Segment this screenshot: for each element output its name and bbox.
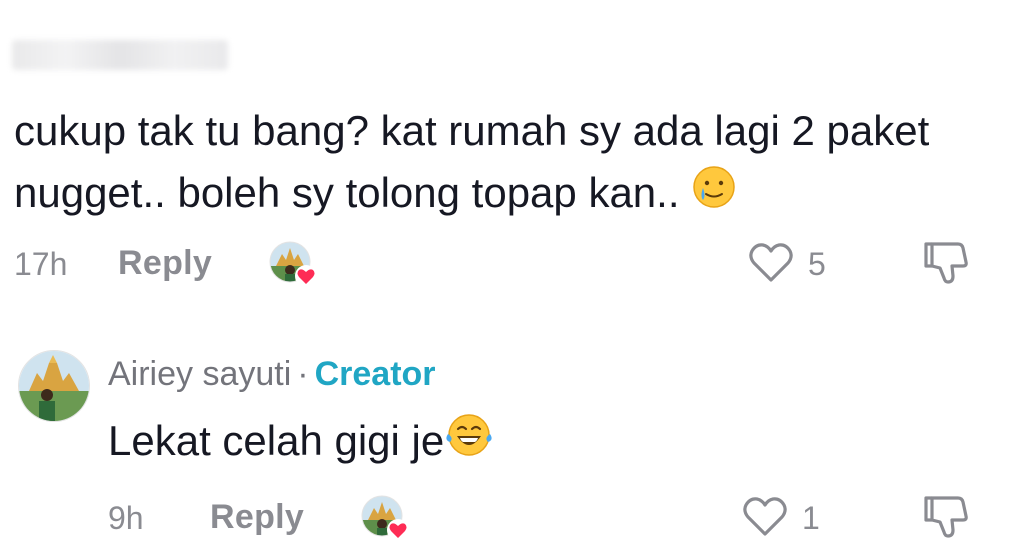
reply-separator: · — [297, 355, 309, 393]
reply-like-count: 1 — [802, 500, 820, 536]
blurred-username — [12, 40, 228, 70]
reply-text: Lekat celah gigi je — [108, 410, 494, 475]
comment-time: 17h — [14, 246, 68, 282]
crying-smile-icon — [691, 164, 737, 227]
like-heart-icon[interactable] — [748, 240, 794, 289]
reply-creator-liked-avatar — [360, 494, 409, 541]
reply-dislike-icon[interactable] — [922, 492, 974, 547]
reply-reply-button[interactable]: Reply — [210, 498, 304, 537]
reply-header: Airiey sayuti · Creator — [108, 352, 436, 396]
dislike-icon[interactable] — [922, 238, 974, 293]
reply-author-avatar[interactable] — [18, 350, 90, 422]
reply-author-name[interactable]: Airiey sayuti — [108, 355, 291, 393]
reply-like-heart-icon[interactable] — [742, 494, 788, 543]
comment-text: cukup tak tu bang? kat rumah sy ada lagi… — [14, 100, 994, 227]
creator-liked-avatar — [268, 240, 317, 287]
creator-badge: Creator — [314, 355, 436, 393]
comment-reply-button[interactable]: Reply — [118, 244, 212, 283]
reply-time: 9h — [108, 500, 144, 536]
comment-text-content: cukup tak tu bang? kat rumah sy ada lagi… — [14, 107, 930, 216]
comment-like-count: 5 — [808, 246, 826, 282]
reply-text-content: Lekat celah gigi je — [108, 417, 445, 464]
laughing-tears-icon — [444, 412, 494, 475]
